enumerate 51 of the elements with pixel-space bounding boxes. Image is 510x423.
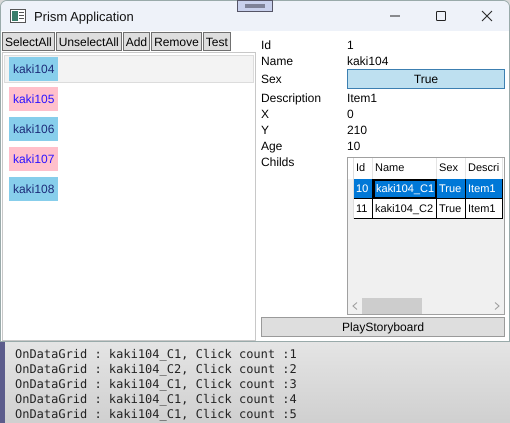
list-row[interactable]: kaki106 (4, 115, 254, 143)
field-value: 10 (347, 138, 360, 154)
table-cell: Item1 (466, 199, 503, 219)
window-title: Prism Application (34, 8, 134, 24)
field-value: kaki104 (347, 53, 388, 69)
grip-icon[interactable] (237, 0, 273, 12)
field-label: Childs (261, 154, 296, 171)
field-label: Description (261, 90, 322, 106)
table-cell: True (437, 179, 466, 199)
table-cell: kaki104_C1 (373, 179, 437, 199)
toolbar-button[interactable]: UnselectAll (56, 32, 122, 51)
field-label: Age (261, 138, 284, 154)
field-value: Item1 (347, 90, 378, 106)
list-row[interactable]: kaki108 (4, 175, 254, 203)
person-tag[interactable]: kaki105 (9, 87, 58, 111)
grid-row[interactable]: 11 kaki104_C2 True Item1 (348, 199, 504, 219)
output-line: OnDataGrid : kaki104_C1, Click count :5 (15, 407, 297, 422)
field-label: X (261, 106, 270, 122)
maximize-icon[interactable] (435, 10, 447, 22)
selected-row[interactable]: kaki104 (4, 55, 254, 83)
toolbar-button[interactable]: SelectAll (2, 32, 55, 51)
person-tag[interactable]: kaki108 (9, 177, 58, 201)
output-line: OnDataGrid : kaki104_C1, Click count :4 (15, 392, 297, 407)
selected-grid-row[interactable]: 10 kaki104_C1 True Item1 (348, 179, 504, 199)
output-line: OnDataGrid : kaki104_C1, Click count :3 (15, 377, 297, 392)
app-icon (10, 9, 26, 23)
field-label: Sex (261, 71, 283, 87)
play-storyboard-button[interactable]: PlayStoryboard (261, 317, 505, 337)
field-value: 210 (347, 122, 368, 138)
sex-toggle[interactable]: True (347, 69, 505, 89)
person-tag[interactable]: kaki106 (9, 117, 58, 141)
table-cell: 10 (354, 179, 373, 199)
field-label: Id (261, 37, 272, 53)
field-label: Name (261, 53, 294, 69)
field-label: Y (261, 122, 270, 138)
toolbar-button[interactable]: Add (122, 32, 150, 51)
field-value: 0 (347, 106, 354, 122)
output-line: OnDataGrid : kaki104_C1, Click count :1 (15, 347, 297, 362)
table-cell: Item1 (466, 179, 503, 199)
table-cell: True (437, 199, 466, 219)
output-line: OnDataGrid : kaki104_C2, Click count :2 (15, 362, 297, 377)
list-row[interactable]: kaki107 (4, 145, 254, 173)
person-tag[interactable]: kaki107 (9, 147, 58, 171)
table-cell: kaki104_C2 (373, 199, 437, 219)
table-cell: 11 (354, 199, 373, 219)
toolbar-button[interactable]: Test (202, 32, 231, 51)
list-row[interactable]: kaki105 (4, 85, 254, 113)
toolbar-button[interactable]: Remove (151, 32, 202, 51)
field-value: 1 (347, 37, 354, 53)
close-icon[interactable] (481, 10, 493, 22)
person-tag[interactable]: kaki104 (9, 57, 58, 81)
